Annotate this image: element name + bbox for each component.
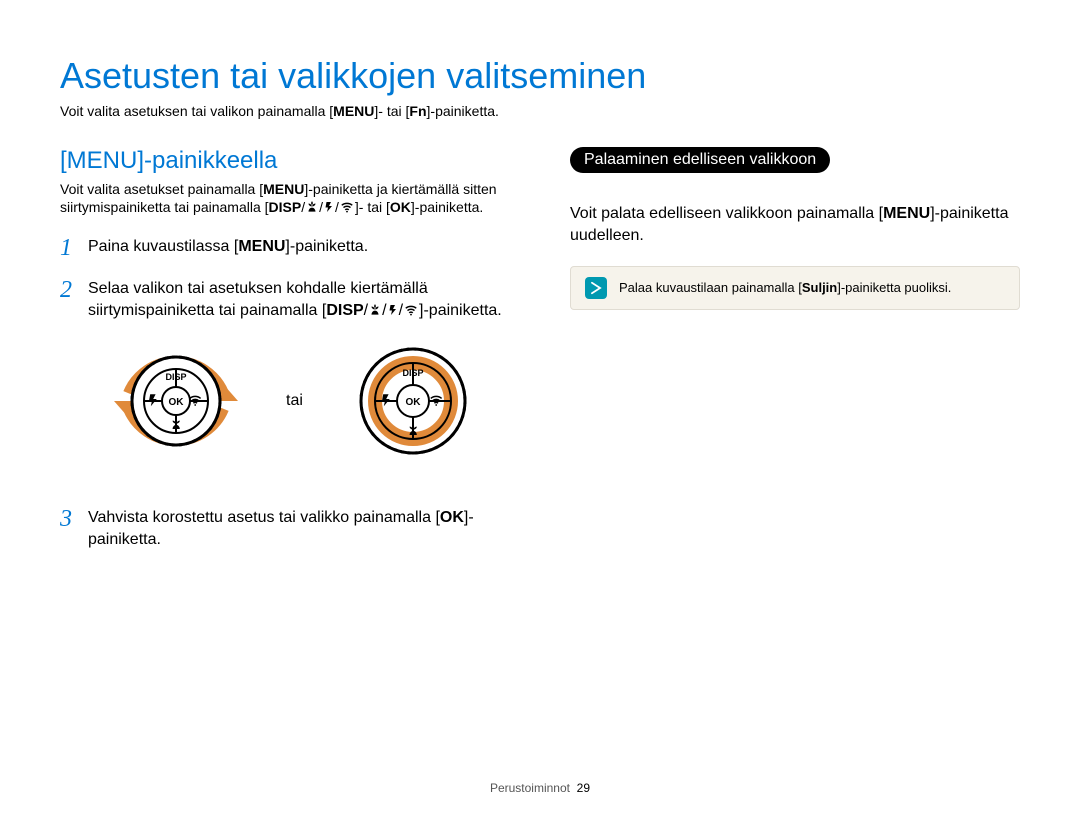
left-column: [MENU]-painikkeella Voit valita asetukse… [60,147,510,568]
note-icon [585,277,607,299]
flash-icon [387,302,399,324]
shutter-key-label: Suljin [802,280,837,295]
page-footer: Perustoiminnot 29 [0,781,1080,795]
note-text: Palaa kuvaustilaan painamalla [Suljin]-p… [619,280,951,297]
step-2: Selaa valikon tai asetuksen kohdalle kie… [60,278,510,489]
or-separator: tai [286,390,303,412]
svg-text:DISP: DISP [402,368,423,378]
right-body: Voit palata edelliseen valikkoon painama… [570,203,1020,246]
macro-icon [368,302,382,324]
left-heading: [MENU]-painikkeella [60,147,510,175]
callout-heading: Palaaminen edelliseen valikkoon [570,147,830,173]
intro-d: ]-painiketta. [411,199,483,215]
step-3: Vahvista korostettu asetus tai valikko p… [60,507,510,550]
dial-illustration-row: OK DISP tai [106,331,510,471]
footer-section: Perustoiminnot [490,781,570,795]
intro-c: ]- tai [ [355,199,390,215]
lead-pre: Voit valita asetuksen tai valikon painam… [60,103,333,119]
step1-b: ]-painiketta. [285,238,368,255]
svg-text:OK: OK [405,397,421,408]
page-title: Asetusten tai valikkojen valitseminen [60,55,1020,97]
ok-key-label: OK [390,199,411,215]
press-dial-illustration: OK DISP [343,331,483,471]
step2-b: ]-painiketta. [419,302,502,319]
menu-key-label: MENU [238,238,285,255]
steps-list: Paina kuvaustilassa [MENU]-painiketta. S… [60,236,510,550]
flash-icon [323,200,335,219]
disp-key-label: DISP [326,302,363,319]
left-intro: Voit valita asetukset painamalla [MENU ]-… [60,181,510,218]
menu-key-label: MENU [883,205,930,222]
ok-key-label: OK [440,509,464,526]
note-box: Palaa kuvaustilaan painamalla [Suljin]-p… [570,266,1020,310]
step3-a: Vahvista korostettu asetus tai valikko p… [88,509,440,526]
step-1: Paina kuvaustilassa [MENU]-painiketta. [60,236,510,260]
fn-key-label: Fn [409,103,426,119]
lead-post: ]-painiketta. [427,103,499,119]
wifi-icon [403,302,419,324]
page-lead: Voit valita asetuksen tai valikon painam… [60,103,1020,119]
svg-text:OK: OK [169,397,185,408]
macro-icon [305,200,319,219]
lead-mid: ]- tai [ [374,103,409,119]
note-b: ]-painiketta puoliksi. [837,280,951,295]
disp-key-label: DISP [269,199,302,215]
note-a: Palaa kuvaustilaan painamalla [ [619,280,802,295]
page-number: 29 [577,781,590,795]
right-column: Palaaminen edelliseen valikkoon Voit pal… [570,147,1020,568]
intro-a: Voit valita asetukset painamalla [ [60,181,263,197]
wifi-icon [339,200,355,219]
svg-text:DISP: DISP [165,372,186,382]
menu-key-label: MENU [263,181,304,197]
right-body-a: Voit palata edelliseen valikkoon painama… [570,205,883,222]
rotating-dial-illustration: OK DISP [106,331,246,471]
step1-a: Paina kuvaustilassa [ [88,238,238,255]
menu-key-label: MENU [333,103,374,119]
